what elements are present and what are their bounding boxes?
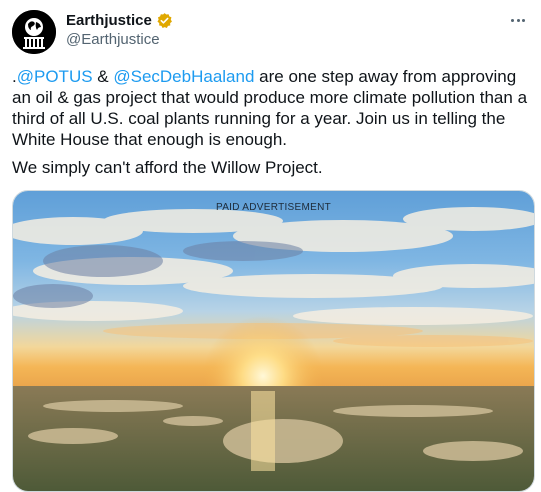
- tweet-media-image[interactable]: PAID ADVERTISEMENT: [12, 190, 535, 492]
- earthjustice-logo-icon[interactable]: [12, 10, 56, 54]
- paid-advertisement-label: PAID ADVERTISEMENT: [215, 202, 332, 213]
- tweet-text-amp: &: [92, 67, 114, 86]
- tweet: Earthjustice @Earthjustice .@POTUS & @Se…: [0, 0, 541, 492]
- tweet-text-line-2: We simply can't afford the Willow Projec…: [12, 158, 323, 177]
- mention-secdebhaaland-link[interactable]: @SecDebHaaland: [113, 67, 254, 86]
- landscape-photo: [13, 191, 534, 491]
- mention-potus-link[interactable]: @POTUS: [17, 67, 93, 86]
- author-name-row: Earthjustice: [66, 12, 173, 29]
- author-handle[interactable]: @Earthjustice: [66, 31, 160, 48]
- author-display-name[interactable]: Earthjustice: [66, 12, 152, 29]
- tweet-text: .@POTUS & @SecDebHaaland are one step aw…: [12, 66, 532, 150]
- more-options-icon[interactable]: [507, 10, 529, 30]
- verified-badge-icon[interactable]: [156, 12, 173, 29]
